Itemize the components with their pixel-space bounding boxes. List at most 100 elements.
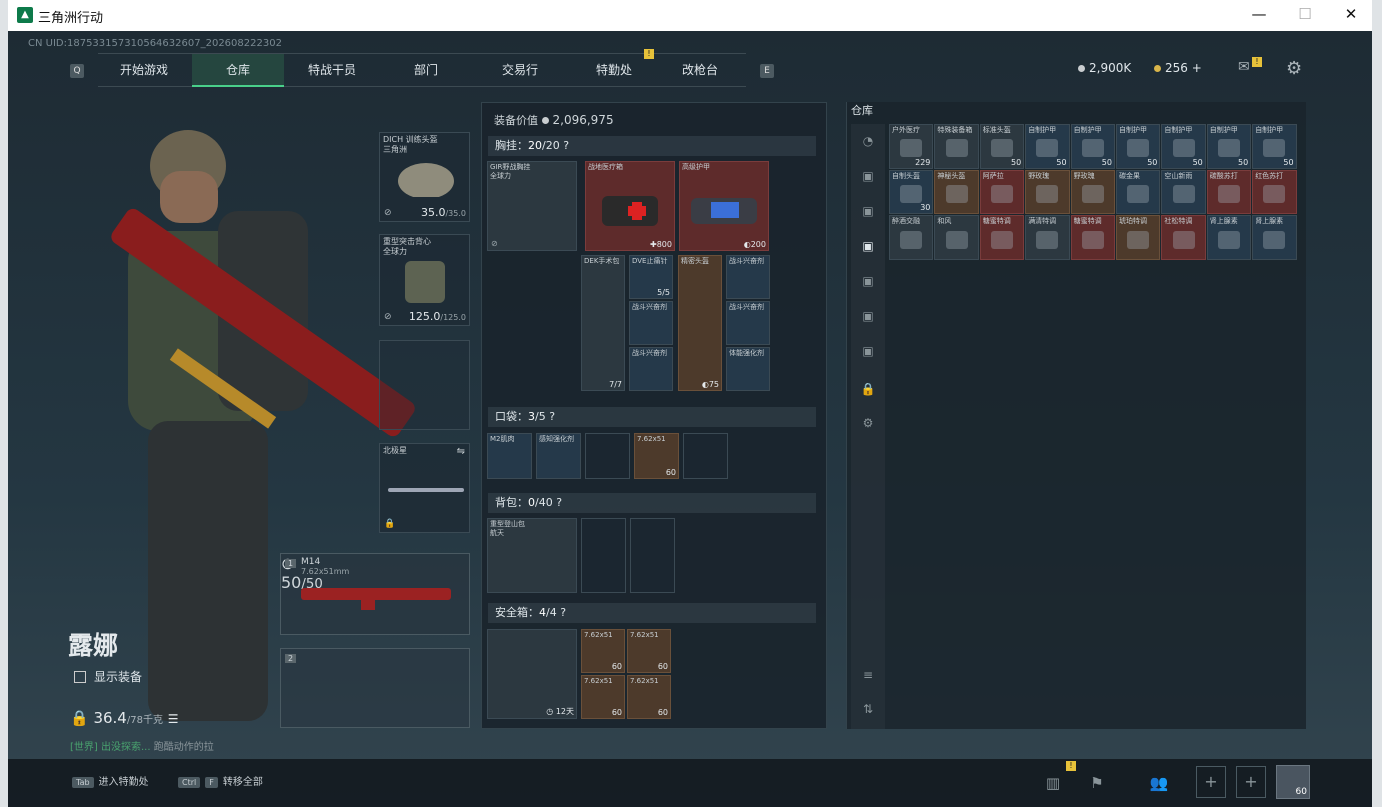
enter-special-ops-hint[interactable]: Tab 进入特勤处 bbox=[72, 773, 149, 788]
warehouse-item[interactable]: 特殊装备箱 bbox=[934, 124, 979, 169]
warehouse-item[interactable]: 空山新雨 bbox=[1161, 169, 1206, 215]
backpack-slot-empty[interactable] bbox=[581, 518, 626, 593]
warehouse-item[interactable]: 野玫瑰 bbox=[1070, 169, 1115, 215]
sort-tab-icon[interactable]: ▣ bbox=[859, 239, 877, 257]
warehouse-item[interactable]: 肾上腺素 bbox=[1206, 215, 1252, 260]
settings-gear-icon[interactable]: ⚙ bbox=[1286, 58, 1302, 79]
armor-slot[interactable]: 重型突击背心 全球力 ⊘ 125.0/125.0 bbox=[379, 234, 470, 326]
pocket-slot-empty[interactable] bbox=[683, 433, 728, 479]
warehouse-item[interactable]: 7.62x51 60 bbox=[634, 433, 679, 479]
warehouse-item[interactable]: 7.62x51 60 bbox=[581, 629, 625, 673]
add-squad-slot-button[interactable]: + bbox=[1196, 766, 1226, 798]
helmet-slot[interactable]: DICH 训练头盔 三角洲 ⊘ 35.0/35.0 bbox=[379, 132, 470, 222]
warehouse-item[interactable]: M2肌肉 bbox=[487, 433, 532, 479]
lock-icon[interactable]: 🔒 bbox=[859, 382, 877, 400]
sort-icon[interactable]: ⇅ bbox=[859, 702, 877, 720]
next-tab-key[interactable]: E bbox=[760, 64, 774, 78]
friends-icon[interactable]: 👥 bbox=[1144, 769, 1174, 797]
maximize-icon[interactable]: ☐ bbox=[1294, 5, 1316, 23]
primary-weapon-slot[interactable]: 1 M14 7.62x51mm ⊘ 50/50 bbox=[280, 553, 470, 635]
stats-icon[interactable]: ▥ bbox=[1038, 769, 1068, 797]
avatar[interactable]: 60 bbox=[1276, 765, 1310, 799]
warehouse-item[interactable]: 糖蜜特调 bbox=[1070, 215, 1115, 260]
swap-icon[interactable]: ⇋ bbox=[457, 446, 465, 457]
warehouse-item[interactable]: 满清特调 bbox=[1025, 215, 1070, 260]
warehouse-item[interactable]: 高级护甲 ◐200 bbox=[679, 161, 769, 251]
bonds-display[interactable]: 256 + bbox=[1154, 61, 1202, 75]
tab-department[interactable]: 部门 bbox=[380, 54, 472, 87]
show-equipment-toggle[interactable]: 显示装备 bbox=[74, 668, 142, 685]
warehouse-item[interactable]: 阿萨拉 bbox=[979, 169, 1025, 215]
alert-badge: ! bbox=[644, 49, 654, 59]
tab-operators[interactable]: 特战干员 bbox=[286, 54, 378, 87]
warehouse-item[interactable]: 战斗兴奋剂 bbox=[726, 301, 770, 345]
prev-tab-key[interactable]: Q bbox=[70, 64, 84, 78]
item-name: 自制护甲 bbox=[1255, 126, 1284, 134]
equipment-value: 装备价值 2,096,975 bbox=[494, 113, 614, 127]
warehouse-item[interactable]: DVE止痛针 5/5 bbox=[629, 255, 673, 299]
checkbox[interactable] bbox=[74, 671, 86, 683]
secondary-weapon-slot[interactable]: 2 bbox=[280, 648, 470, 728]
backpack-slot-empty[interactable] bbox=[630, 518, 675, 593]
warehouse-item[interactable]: 碳酸苏打 bbox=[1206, 169, 1252, 215]
sort-tab-icon[interactable]: ▣ bbox=[859, 344, 877, 362]
settings-gear-icon[interactable]: ⚙ bbox=[859, 416, 877, 434]
helmet-tab-icon[interactable]: ◔ bbox=[859, 134, 877, 152]
warehouse-item[interactable]: 肾上腺素 bbox=[1252, 215, 1297, 260]
warehouse-item[interactable]: 琥珀特调 bbox=[1116, 215, 1161, 260]
warehouse-item[interactable]: 自制护甲 50 bbox=[1116, 124, 1161, 169]
warehouse-item[interactable]: 自制头盔 30 bbox=[889, 169, 934, 215]
warehouse-item[interactable]: 战斗兴奋剂 bbox=[726, 255, 770, 299]
no-repair-icon: ⊘ bbox=[384, 312, 392, 322]
pocket-slot-empty[interactable] bbox=[585, 433, 630, 479]
list-icon[interactable]: ☰ bbox=[168, 712, 179, 726]
warehouse-item[interactable]: 7.62x51 60 bbox=[581, 675, 625, 719]
warehouse-item[interactable]: 7.62x51 60 bbox=[627, 675, 671, 719]
sort-tab-icon[interactable]: ▣ bbox=[859, 204, 877, 222]
warehouse-item[interactable]: 战斗兴奋剂 bbox=[629, 347, 673, 391]
warehouse-item[interactable]: DEK手术包 7/7 bbox=[581, 255, 625, 391]
warehouse-item[interactable]: 自制护甲 50 bbox=[1161, 124, 1206, 169]
layers-icon[interactable]: ≡ bbox=[859, 668, 877, 686]
warehouse-item[interactable]: 糖蜜特调 bbox=[979, 215, 1025, 260]
transfer-all-hint[interactable]: Ctrl F 转移全部 bbox=[178, 773, 263, 788]
warehouse-item[interactable]: 自制护甲 50 bbox=[1206, 124, 1252, 169]
close-icon[interactable]: ✕ bbox=[1340, 5, 1362, 23]
sort-tab-icon[interactable]: ▣ bbox=[859, 169, 877, 187]
chest-rig-item[interactable]: GIR野战胸挂 全球力 ⊘ bbox=[487, 161, 577, 251]
warehouse-item[interactable]: 战斗兴奋剂 bbox=[629, 301, 673, 345]
pistol-slot[interactable] bbox=[379, 340, 470, 430]
warehouse-item[interactable]: 标准头盔 50 bbox=[979, 124, 1025, 169]
warehouse-item[interactable]: 户外医疗 229 bbox=[889, 124, 934, 169]
safe-box-item[interactable]: ◷ 12天 bbox=[487, 629, 577, 719]
minimize-icon[interactable]: — bbox=[1248, 5, 1270, 23]
tab-start-game[interactable]: 开始游戏 bbox=[98, 54, 190, 87]
warehouse-item[interactable]: 和风 bbox=[934, 215, 979, 260]
warehouse-item[interactable]: 碳金果 bbox=[1116, 169, 1161, 215]
carry-weight: 🔒 36.4/78千克 ☰ bbox=[70, 709, 179, 727]
warehouse-item[interactable]: 精密头盔 ◐75 bbox=[678, 255, 722, 391]
tab-warehouse[interactable]: 仓库 bbox=[192, 54, 284, 87]
tab-gunsmith[interactable]: 改枪台 bbox=[654, 54, 746, 87]
mail-icon[interactable]: ✉ bbox=[1238, 59, 1250, 75]
item-icon bbox=[1036, 185, 1059, 204]
warehouse-item[interactable]: 社松特调 bbox=[1161, 215, 1206, 260]
backpack-item[interactable]: 重型登山包 航天 bbox=[487, 518, 577, 593]
warehouse-item[interactable]: 神秘头盔 bbox=[934, 169, 979, 215]
warehouse-item[interactable]: 7.62x51 60 bbox=[627, 629, 671, 673]
flag-icon[interactable]: ⚑ bbox=[1082, 769, 1112, 797]
warehouse-item[interactable]: 醉酒交融 bbox=[889, 215, 934, 260]
sort-tab-icon[interactable]: ▣ bbox=[859, 274, 877, 292]
warehouse-item[interactable]: 野玫瑰 bbox=[1025, 169, 1070, 215]
warehouse-item[interactable]: 自制护甲 50 bbox=[1070, 124, 1115, 169]
melee-slot[interactable]: 北极星 ⇋ 🔒 bbox=[379, 443, 470, 533]
add-squad-slot-button[interactable]: + bbox=[1236, 766, 1266, 798]
warehouse-item[interactable]: 战地医疗箱 ✚800 bbox=[585, 161, 675, 251]
warehouse-item[interactable]: 自制护甲 50 bbox=[1025, 124, 1070, 169]
warehouse-item[interactable]: 体能强化剂 bbox=[726, 347, 770, 391]
sort-tab-icon[interactable]: ▣ bbox=[859, 309, 877, 327]
warehouse-item[interactable]: 红色苏打 bbox=[1252, 169, 1297, 215]
warehouse-item[interactable]: 自制护甲 50 bbox=[1252, 124, 1297, 169]
tab-trade[interactable]: 交易行 bbox=[474, 54, 566, 87]
warehouse-item[interactable]: 感知强化剂 bbox=[536, 433, 581, 479]
